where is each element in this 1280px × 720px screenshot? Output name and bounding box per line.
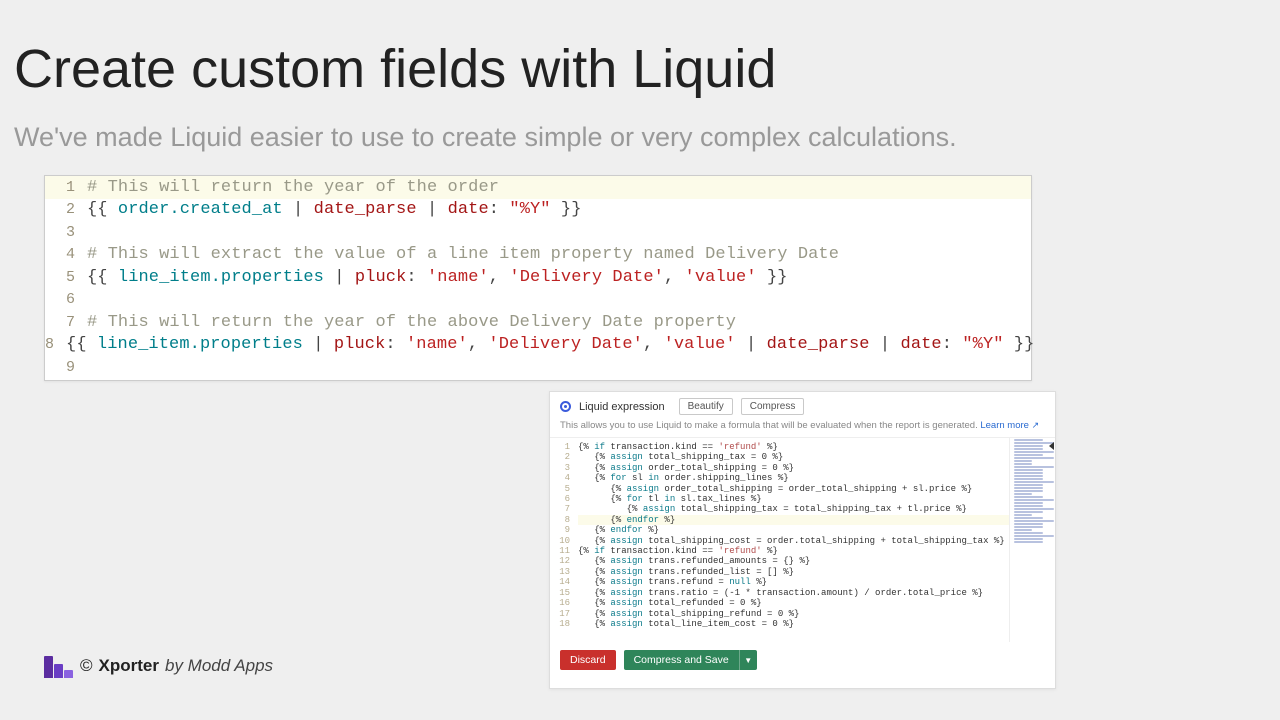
code-line: 7# This will return the year of the abov… — [45, 311, 1031, 334]
xporter-logo-icon — [44, 654, 74, 678]
code-line: 4# This will extract the value of a line… — [45, 244, 1031, 267]
slide-subtitle: We've made Liquid easier to use to creat… — [14, 122, 957, 153]
copyright: © — [80, 656, 93, 676]
code-line: 5{{ line_item.properties | pluck: 'name'… — [45, 266, 1031, 289]
code-block-main: 1# This will return the year of the orde… — [44, 175, 1032, 381]
minimap-caret-icon — [1049, 442, 1054, 450]
radio-label: Liquid expression — [579, 401, 665, 413]
code-line: 9 — [45, 356, 1031, 379]
slide-title: Create custom fields with Liquid — [14, 38, 776, 100]
hint-text: This allows you to use Liquid to make a … — [550, 417, 1055, 437]
code-line: 2{{ order.created_at | date_parse | date… — [45, 199, 1031, 222]
external-icon: ↗ — [1032, 420, 1040, 430]
footer: © Xporter by Modd Apps — [44, 654, 273, 678]
radio-liquid-expression[interactable] — [560, 401, 571, 412]
code-line: 6 — [45, 289, 1031, 312]
code-line: 8{{ line_item.properties | pluck: 'name'… — [45, 334, 1031, 357]
code-line: 1# This will return the year of the orde… — [45, 176, 1031, 199]
liquid-editor-panel: Liquid expression Beautify Compress This… — [549, 391, 1056, 689]
discard-button[interactable]: Discard — [560, 650, 616, 670]
byline: by Modd Apps — [165, 656, 273, 676]
save-split-button[interactable]: Compress and Save ▼ — [624, 650, 757, 670]
compress-button[interactable]: Compress — [741, 398, 805, 415]
minimap[interactable] — [1009, 438, 1055, 642]
save-dropdown-caret-icon[interactable]: ▼ — [739, 650, 757, 670]
mini-code[interactable]: {% if transaction.kind == 'refund' %} {%… — [576, 438, 1009, 642]
code-line: 3 — [45, 221, 1031, 244]
product-name: Xporter — [99, 656, 159, 676]
beautify-button[interactable]: Beautify — [679, 398, 733, 415]
learn-more-link[interactable]: Learn more ↗ — [980, 420, 1039, 431]
mini-gutter: 1 2 3 4 5 6 7 8 9 10 11 12 13 14 15 16 1… — [550, 438, 576, 642]
compress-and-save-button[interactable]: Compress and Save — [624, 650, 739, 670]
